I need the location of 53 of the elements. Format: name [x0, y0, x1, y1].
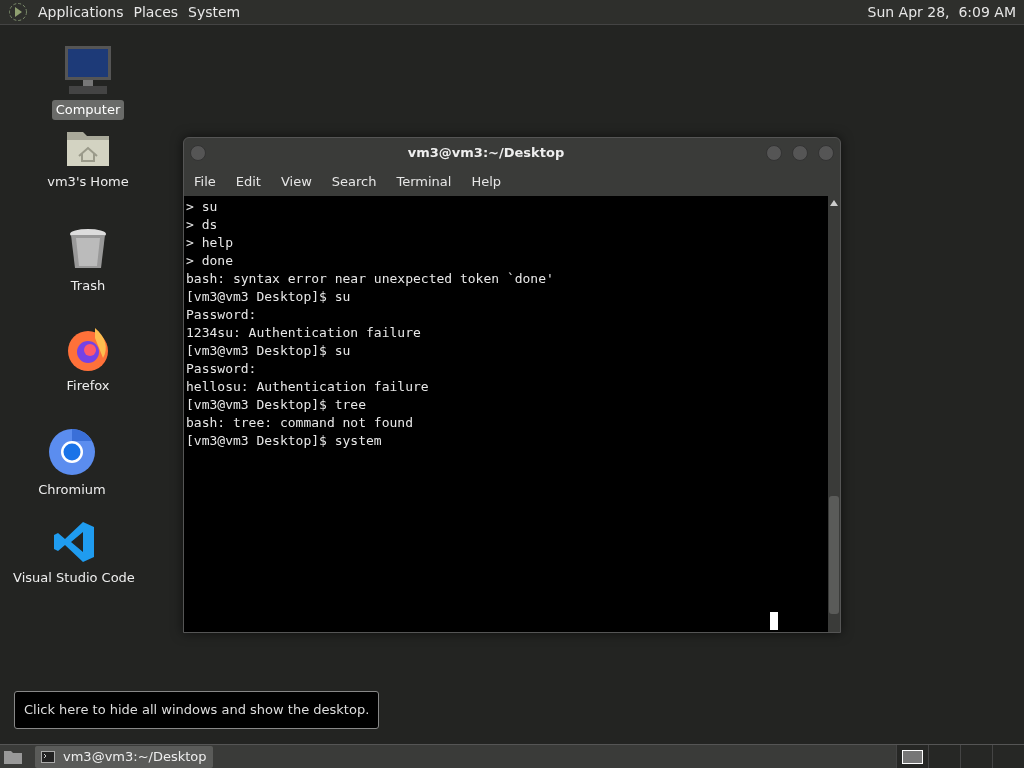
desktop-icon-label[interactable]: Computer: [51, 100, 125, 120]
firefox-icon: [65, 326, 111, 372]
window-title: vm3@vm3:~/Desktop: [406, 144, 566, 163]
menu-item[interactable]: File: [194, 172, 216, 192]
desktop-icon-label[interactable]: Visual Studio Code: [9, 568, 139, 588]
close-button[interactable]: [818, 145, 834, 161]
workspace-switcher-cell[interactable]: [960, 745, 992, 768]
terminal-line: [vm3@vm3 Desktop]$ su: [186, 342, 351, 360]
terminal-line: > help: [186, 234, 233, 252]
terminal-line: [vm3@vm3 Desktop]$ system: [186, 432, 382, 450]
text-cursor: [770, 612, 778, 630]
menu-item[interactable]: Terminal: [396, 172, 452, 192]
terminal-line: bash: tree: command not found: [186, 414, 413, 432]
show-desktop-icon[interactable]: [3, 748, 23, 765]
menu-item[interactable]: Edit: [235, 172, 261, 192]
desktop-icon-label[interactable]: vm3's Home: [43, 172, 133, 192]
terminal-line: hellosu: Authentication failure: [186, 378, 429, 396]
terminal-line: Password:: [186, 360, 257, 378]
menu-item[interactable]: View: [280, 172, 312, 192]
workspace-switcher-cell[interactable]: [992, 745, 1024, 768]
terminal-line: > done: [186, 252, 233, 270]
menu-logo-icon[interactable]: [8, 2, 28, 22]
panel-menu[interactable]: Places: [133, 1, 179, 23]
workspace-switcher-cell[interactable]: [896, 745, 928, 768]
menu-item[interactable]: Search: [331, 172, 377, 192]
monitor-icon: [63, 44, 113, 96]
window-thumbnail-icon: [902, 749, 923, 764]
clock[interactable]: Sun Apr 28, 6:09 AM: [867, 1, 1016, 23]
terminal-icon: [41, 750, 55, 763]
scroll-up-arrow-icon[interactable]: [830, 200, 838, 206]
desktop-icon-label[interactable]: Firefox: [62, 376, 114, 396]
workspace-switcher-cell[interactable]: [928, 745, 960, 768]
panel-menu[interactable]: Applications: [38, 1, 124, 23]
menu-item[interactable]: Help: [471, 172, 502, 192]
chromium-icon: [48, 428, 96, 476]
vscode-icon: [52, 520, 96, 564]
terminal-line: > su: [186, 198, 218, 216]
window-menu-button[interactable]: [190, 145, 206, 161]
desktop-icon-label[interactable]: Trash: [66, 276, 110, 296]
terminal-line: > ds: [186, 216, 218, 234]
terminal-line: bash: syntax error near unexpected token `done': [186, 270, 554, 288]
tooltip: Click here to hide all windows and show the desktop.: [14, 691, 380, 729]
panel-menu[interactable]: System: [188, 1, 241, 23]
scrollbar[interactable]: [828, 196, 840, 632]
taskbar-button[interactable]: vm3@vm3:~/Desktop: [35, 745, 213, 768]
terminal-line: [vm3@vm3 Desktop]$ su: [186, 288, 351, 306]
terminal-line: [vm3@vm3 Desktop]$ tree: [186, 396, 366, 414]
terminal-line: Password:: [186, 306, 257, 324]
desktop-icon-label[interactable]: Chromium: [34, 480, 110, 500]
terminal-line: 1234su: Authentication failure: [186, 324, 421, 342]
maximize-button[interactable]: [792, 145, 808, 161]
scrollbar-thumb[interactable]: [829, 496, 839, 614]
minimize-button[interactable]: [766, 145, 782, 161]
